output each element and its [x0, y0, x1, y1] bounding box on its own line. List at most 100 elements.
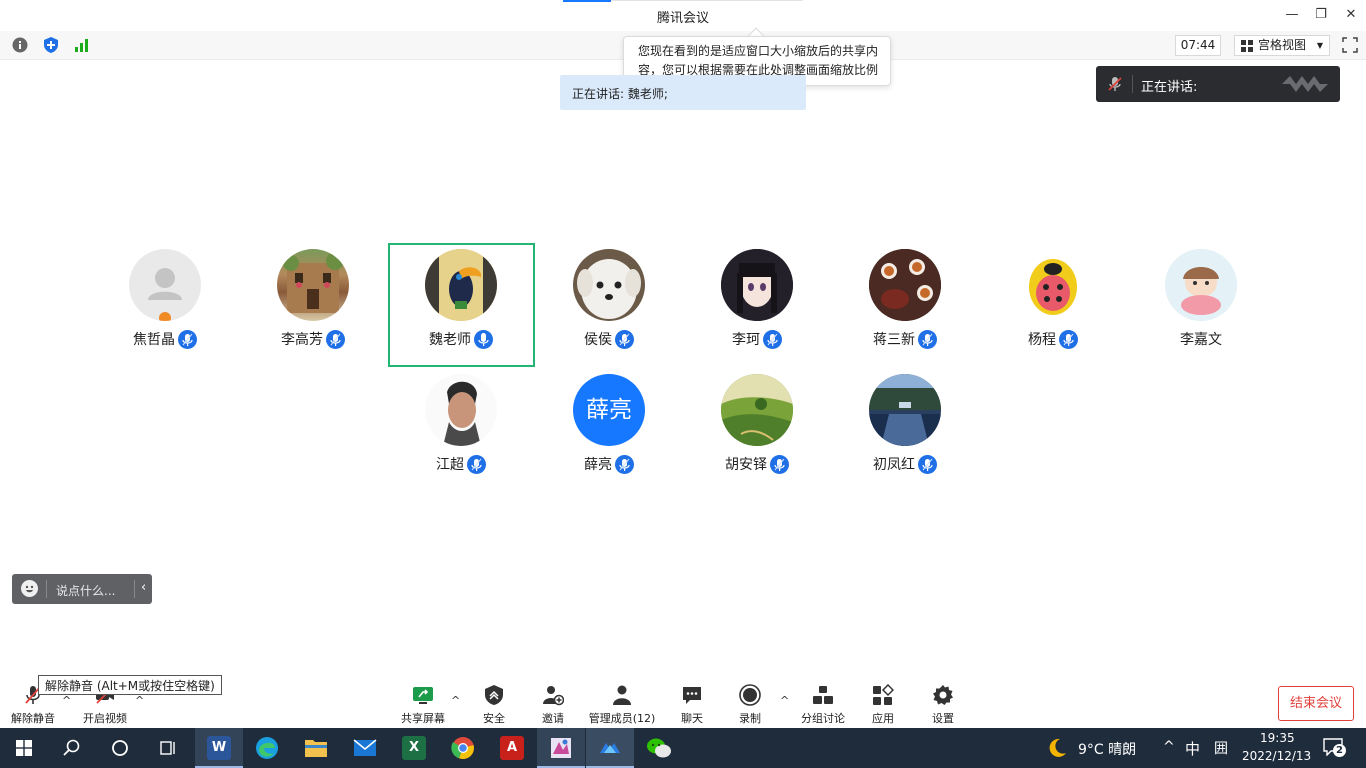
- mic-icon[interactable]: [770, 454, 789, 474]
- mic-icon[interactable]: [763, 329, 782, 349]
- chat-placeholder[interactable]: 说点什么...: [56, 582, 115, 599]
- clock-time[interactable]: 19:35: [1260, 731, 1295, 745]
- taskbar-excel[interactable]: X: [390, 728, 438, 768]
- taskbar-edge[interactable]: [243, 728, 291, 768]
- info-icon[interactable]: [12, 37, 28, 53]
- taskbar-acrobat[interactable]: A: [488, 728, 536, 768]
- settings-button[interactable]: 设置: [908, 684, 978, 728]
- chat-input-bar[interactable]: 说点什么... ‹: [12, 574, 152, 604]
- participant-name: 江超: [436, 457, 464, 473]
- participant-tile[interactable]: 江超: [387, 368, 535, 492]
- speaking-banner: 正在讲话: 魏老师;: [560, 75, 806, 110]
- taskbar-file-explorer[interactable]: [292, 728, 340, 768]
- default-user-icon: [148, 268, 182, 321]
- tencent-meeting-icon: [600, 743, 620, 753]
- ladybug-icon: [1029, 259, 1077, 315]
- participant-tile[interactable]: 初凤红: [831, 368, 979, 492]
- weather-text[interactable]: 9°C 晴朗: [1078, 739, 1136, 759]
- title-bar: 腾讯会议 — ❐ ✕: [0, 0, 1366, 30]
- minimize-button[interactable]: —: [1279, 4, 1305, 26]
- weather-moon-icon: [1049, 738, 1066, 757]
- participant-tile[interactable]: 蒋三新: [831, 243, 979, 367]
- wechat-icon: [647, 738, 671, 758]
- participant-tile[interactable]: 魏老师: [387, 243, 535, 367]
- ime-language-indicator[interactable]: 中: [1185, 738, 1200, 759]
- mic-icon[interactable]: [178, 329, 197, 349]
- mic-icon[interactable]: [1059, 329, 1078, 349]
- members-icon: [613, 685, 631, 705]
- share-screen-button[interactable]: 共享屏幕: [388, 684, 458, 728]
- unmute-tooltip: 解除静音 (Alt+M或按住空格键): [38, 675, 222, 695]
- task-view-button[interactable]: [144, 728, 192, 768]
- participant-tile[interactable]: 李高芳: [239, 243, 387, 367]
- participant-tile[interactable]: 李嘉文: [1127, 243, 1275, 367]
- taskbar-paint[interactable]: [537, 728, 585, 768]
- participant-tile[interactable]: 杨程: [979, 243, 1127, 367]
- fullscreen-icon[interactable]: [1342, 37, 1358, 53]
- search-icon: [63, 739, 80, 756]
- end-meeting-button[interactable]: 结束会议: [1278, 686, 1354, 721]
- view-mode-button[interactable]: 宫格视图 ▼: [1234, 35, 1330, 56]
- tray-overflow-chevron-icon[interactable]: ^: [1163, 739, 1175, 755]
- gear-icon: [933, 685, 953, 705]
- anime-girl-icon: [721, 249, 793, 321]
- participant-tile[interactable]: 李珂: [683, 243, 831, 367]
- emoji-icon[interactable]: [21, 580, 38, 597]
- restore-button[interactable]: ❐: [1308, 4, 1334, 26]
- taskbar-word[interactable]: W: [195, 728, 243, 768]
- participant-name: 胡安铎: [725, 457, 767, 473]
- participant-name: 杨程: [1028, 332, 1056, 348]
- speaker-panel-label: 正在讲话:: [1141, 80, 1198, 95]
- avatar: [425, 249, 497, 321]
- invite-button[interactable]: 邀请: [518, 684, 588, 728]
- participant-name: 蒋三新: [873, 332, 915, 348]
- taskbar-search-button[interactable]: [48, 728, 96, 768]
- meeting-duration: 07:44: [1175, 35, 1221, 56]
- mic-icon[interactable]: [326, 329, 345, 349]
- avatar: 薛亮: [573, 374, 645, 446]
- start-button[interactable]: [0, 728, 48, 768]
- video-options-chevron-icon[interactable]: ^: [135, 694, 144, 707]
- mic-icon[interactable]: [467, 454, 486, 474]
- record-button[interactable]: 录制: [715, 684, 785, 728]
- taskbar-wechat[interactable]: [635, 728, 683, 768]
- record-label: 录制: [739, 712, 761, 725]
- cortana-button[interactable]: [96, 728, 144, 768]
- avatar: [425, 374, 497, 446]
- speaker-panel[interactable]: 正在讲话:: [1096, 66, 1340, 102]
- avatar: [129, 249, 201, 321]
- avatar: [869, 249, 941, 321]
- folder-icon: [305, 740, 327, 757]
- notification-center-button[interactable]: 2: [1323, 738, 1347, 758]
- mic-active-icon[interactable]: [474, 329, 493, 349]
- collapse-chevron-icon[interactable]: ‹: [141, 580, 146, 595]
- mic-icon[interactable]: [918, 454, 937, 474]
- signal-strength-icon[interactable]: [74, 37, 90, 53]
- unmute-label: 解除静音: [11, 712, 55, 725]
- record-icon: [739, 684, 761, 706]
- participant-tile[interactable]: 焦哲晶: [91, 243, 239, 367]
- participant-name: 李嘉文: [1180, 332, 1222, 348]
- manage-members-button[interactable]: 管理成员(12): [587, 684, 657, 728]
- chevron-down-icon: ▼: [1316, 41, 1323, 50]
- taskbar-tencent-meeting[interactable]: [586, 728, 634, 768]
- close-button[interactable]: ✕: [1338, 4, 1364, 26]
- mic-icon[interactable]: [918, 329, 937, 349]
- participant-tile[interactable]: 薛亮 薛亮: [535, 368, 683, 492]
- participant-tile[interactable]: 侯侯: [535, 243, 683, 367]
- apps-icon: [873, 684, 894, 705]
- mic-icon[interactable]: [615, 454, 634, 474]
- avatar-initials: 薛亮: [586, 397, 632, 423]
- mic-icon[interactable]: [615, 329, 634, 349]
- mic-muted-icon: [1108, 77, 1122, 91]
- ime-mode-icon[interactable]: 囲: [1214, 738, 1228, 758]
- window-title: 腾讯会议: [656, 11, 709, 26]
- windows-logo-icon: [16, 740, 32, 756]
- cartoon-girl-icon: [1165, 249, 1237, 321]
- participant-tile[interactable]: 胡安铎: [683, 368, 831, 492]
- taskbar-chrome[interactable]: [439, 728, 487, 768]
- settings-label: 设置: [932, 712, 954, 725]
- clock-date[interactable]: 2022/12/13: [1242, 749, 1311, 763]
- shield-icon[interactable]: [43, 37, 59, 53]
- taskbar-mail[interactable]: [341, 728, 389, 768]
